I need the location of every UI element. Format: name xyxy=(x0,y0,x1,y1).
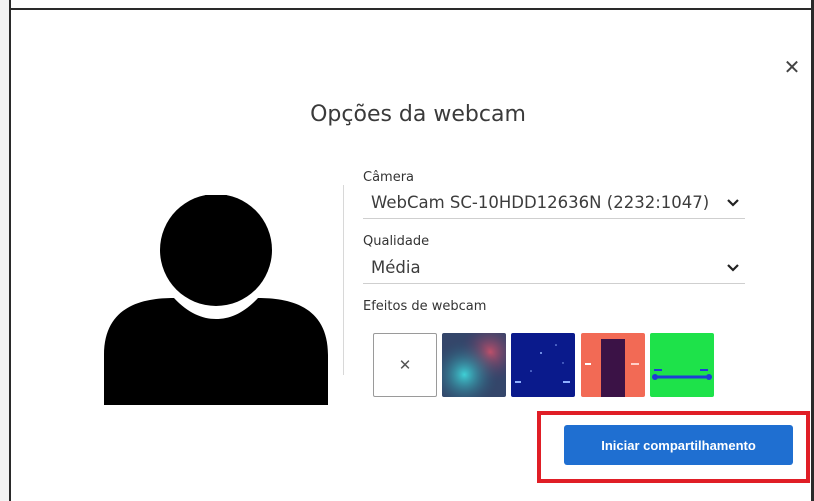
no-effect-icon: ✕ xyxy=(398,357,412,374)
quality-select-value: Média xyxy=(371,258,421,277)
effect-blur-thumbnail[interactable] xyxy=(442,333,506,397)
camera-select[interactable]: WebCam SC-10HDD12636N (2232:1047) xyxy=(363,189,745,219)
close-icon[interactable]: ✕ xyxy=(784,55,801,80)
avatar-placeholder-icon xyxy=(104,195,328,405)
quality-select[interactable]: Média xyxy=(363,254,745,284)
effect-green-thumbnail[interactable] xyxy=(650,333,714,397)
effects-label: Efeitos de webcam xyxy=(363,299,487,314)
screen: ✕ Opções da webcam Câmera WebCam SC-10HD… xyxy=(0,0,814,501)
effect-dark-blue-thumbnail[interactable] xyxy=(511,333,575,397)
camera-select-value: WebCam SC-10HDD12636N (2232:1047) xyxy=(371,193,710,212)
close-button[interactable]: ✕ xyxy=(781,55,803,80)
dialog-title: Opções da webcam xyxy=(310,102,526,127)
chevron-down-icon xyxy=(727,199,739,207)
backdrop-top-edge xyxy=(0,0,814,10)
camera-label: Câmera xyxy=(363,170,415,185)
chevron-down-icon xyxy=(727,264,739,272)
effect-orange-purple-thumbnail[interactable] xyxy=(581,333,645,397)
backdrop-left-edge xyxy=(0,0,11,501)
highlight-annotation-box xyxy=(537,411,810,483)
effect-none-option[interactable]: ✕ xyxy=(373,333,437,397)
quality-label: Qualidade xyxy=(363,234,430,249)
vertical-divider xyxy=(343,185,344,375)
